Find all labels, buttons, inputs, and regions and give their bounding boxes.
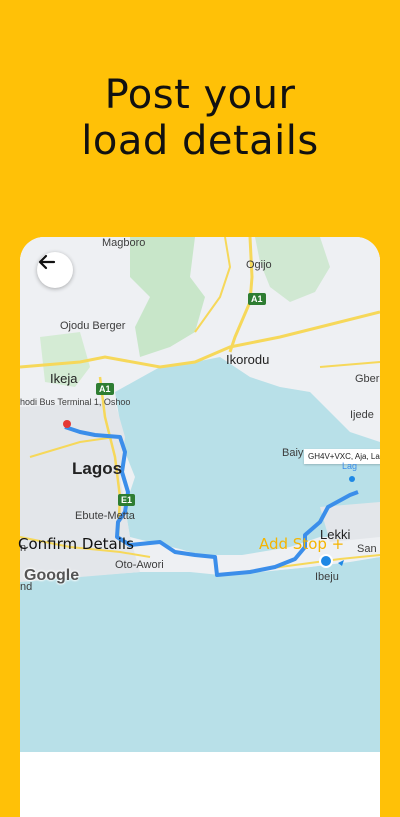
bottom-bar	[20, 752, 380, 817]
map-label-ikeja: Ikeja	[50, 371, 78, 386]
confirm-details-title: Confirm Details	[18, 535, 134, 553]
map-label-ebute-metta: Ebute-Metta	[75, 510, 135, 522]
arrow-left-icon	[38, 254, 56, 270]
map-label-magboro: Magboro	[102, 237, 146, 249]
back-button[interactable]	[37, 252, 73, 288]
map-label-baiy: Baiy	[282, 447, 304, 459]
road-badge-e1: E1	[118, 494, 136, 506]
map-label-ibeju: Ibeju	[315, 571, 339, 583]
add-stop-button[interactable]: Add Stop +	[259, 535, 344, 553]
road-badge-a1-top: A1	[248, 293, 266, 305]
map-label-gberi: Gberi	[355, 373, 380, 385]
map-label-ogijo: Ogijo	[246, 259, 272, 271]
map-label-destination: Lag	[342, 461, 358, 471]
map-canvas	[20, 237, 380, 752]
map-label-oto-awori: Oto-Awori	[115, 559, 164, 571]
map-label-ojodu-berger: Ojodu Berger	[60, 320, 126, 332]
headline-line-1: Post your	[104, 72, 296, 118]
headline: Post your load details	[0, 72, 400, 164]
road-badge-a1-mid: A1	[96, 383, 114, 395]
google-logo: Google	[24, 567, 80, 584]
phone-screen: Magboro Ogijo A1 Ojodu Berger Ikorodu Ik…	[20, 237, 380, 817]
headline-line-2: load details	[81, 118, 319, 164]
map-label-ikorodu: Ikorodu	[226, 352, 270, 367]
map-label-lagos: Lagos	[72, 459, 123, 478]
map-label-bus-terminal: hodi Bus Terminal 1, Oshoo	[20, 397, 131, 407]
map-label-ijede: Ijede	[350, 409, 374, 421]
route-map[interactable]: Magboro Ogijo A1 Ojodu Berger Ikorodu Ik…	[20, 237, 380, 752]
map-label-san: San	[357, 543, 377, 555]
